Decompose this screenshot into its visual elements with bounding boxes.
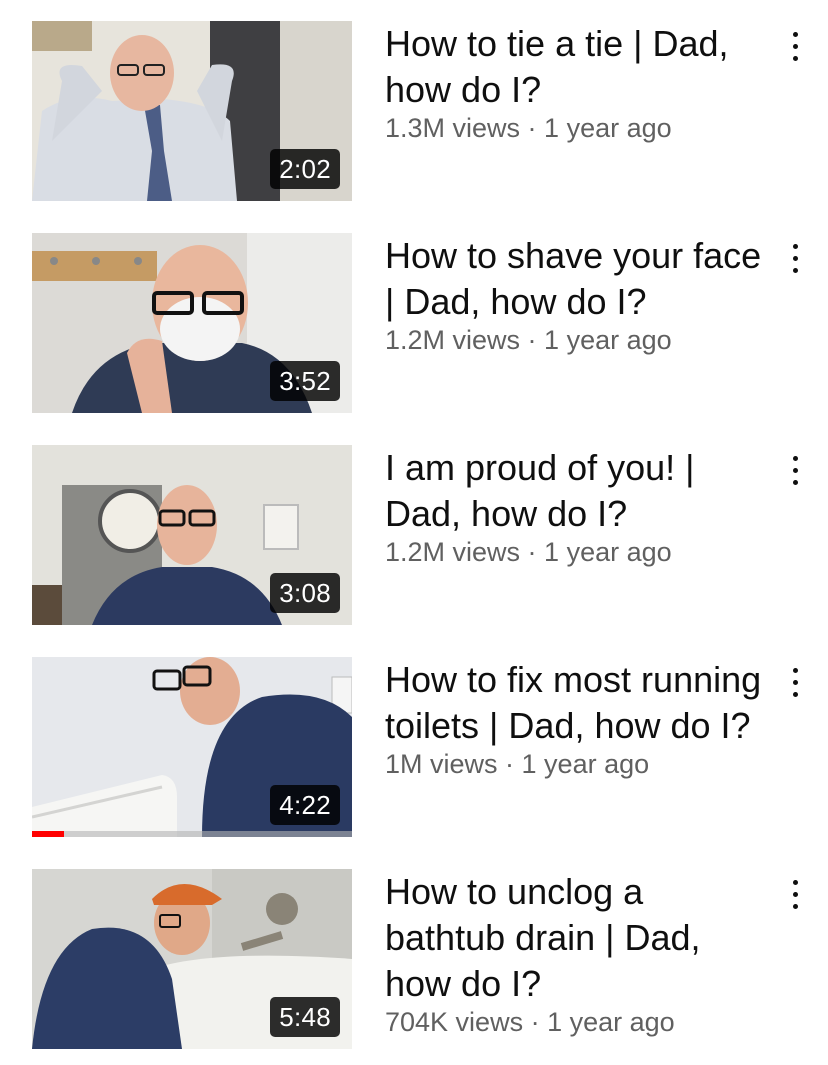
separator: · [497,749,522,779]
video-thumbnail[interactable]: 3:52 [32,233,352,413]
video-title[interactable]: How to tie a tie | Dad, how do I? [385,21,765,113]
video-thumbnail[interactable]: 5:48 [32,869,352,1049]
more-vert-icon[interactable] [780,663,810,703]
separator: · [520,325,545,355]
video-meta[interactable]: I am proud of you! | Dad, how do I? 1.2M… [385,445,765,569]
view-count: 704K views [385,1007,524,1037]
video-item[interactable]: 4:22 How to fix most running toilets | D… [0,657,828,847]
video-title[interactable]: How to fix most running toilets | Dad, h… [385,657,765,749]
separator: · [520,113,545,143]
upload-age: 1 year ago [521,749,650,779]
video-meta[interactable]: How to tie a tie | Dad, how do I? 1.3M v… [385,21,765,145]
view-count: 1.3M views [385,113,521,143]
video-stats: 1.2M views · 1 year ago [385,535,765,569]
video-item[interactable]: 2:02 How to tie a tie | Dad, how do I? 1… [0,21,828,211]
upload-age: 1 year ago [544,113,672,143]
video-meta[interactable]: How to fix most running toilets | Dad, h… [385,657,765,781]
duration-badge: 3:08 [270,573,340,613]
video-item[interactable]: 3:08 I am proud of you! | Dad, how do I?… [0,445,828,635]
watch-progress-track [32,831,352,837]
video-item[interactable]: 3:52 How to shave your face | Dad, how d… [0,233,828,423]
duration-badge: 4:22 [270,785,340,825]
view-count: 1.2M views [385,537,521,567]
video-stats: 704K views · 1 year ago [385,1005,765,1039]
upload-age: 1 year ago [544,325,672,355]
duration-badge: 5:48 [270,997,340,1037]
duration-badge: 3:52 [270,361,340,401]
video-title[interactable]: I am proud of you! | Dad, how do I? [385,445,765,537]
more-vert-icon[interactable] [780,27,810,67]
video-title[interactable]: How to unclog a bathtub drain | Dad, how… [385,869,765,1007]
video-stats: 1.2M views · 1 year ago [385,323,765,357]
video-thumbnail[interactable]: 2:02 [32,21,352,201]
more-vert-icon[interactable] [780,875,810,915]
watch-progress-fill [32,831,64,837]
upload-age: 1 year ago [544,537,672,567]
video-meta[interactable]: How to unclog a bathtub drain | Dad, how… [385,869,765,1039]
video-thumbnail[interactable]: 4:22 [32,657,352,837]
separator: · [523,1007,548,1037]
video-thumbnail[interactable]: 3:08 [32,445,352,625]
more-vert-icon[interactable] [780,451,810,491]
video-stats: 1.3M views · 1 year ago [385,111,765,145]
view-count: 1M views [385,749,498,779]
video-meta[interactable]: How to shave your face | Dad, how do I? … [385,233,765,357]
video-stats: 1M views · 1 year ago [385,747,765,781]
video-item[interactable]: 5:48 How to unclog a bathtub drain | Dad… [0,869,828,1059]
upload-age: 1 year ago [547,1007,675,1037]
duration-badge: 2:02 [270,149,340,189]
more-vert-icon[interactable] [780,239,810,279]
video-title[interactable]: How to shave your face | Dad, how do I? [385,233,765,325]
view-count: 1.2M views [385,325,521,355]
separator: · [520,537,545,567]
